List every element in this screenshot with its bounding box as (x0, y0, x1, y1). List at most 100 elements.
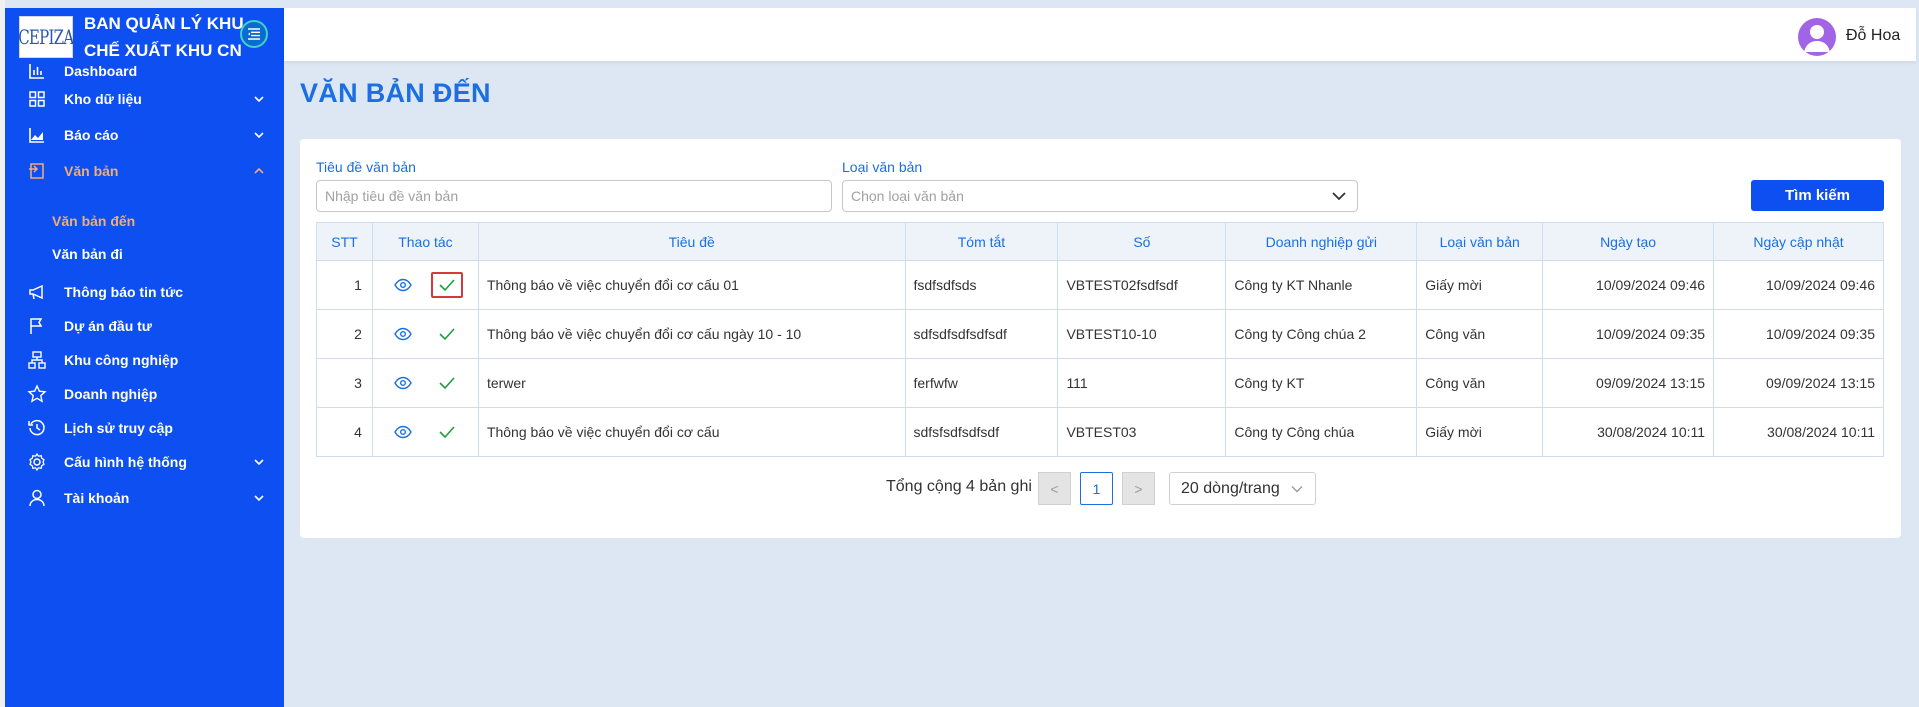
approve-button[interactable] (431, 419, 463, 445)
view-button[interactable] (387, 370, 419, 396)
approve-button[interactable] (431, 272, 464, 298)
cluster-icon (28, 351, 46, 369)
cell-number: 111 (1057, 358, 1227, 408)
search-button[interactable]: Tìm kiếm (1751, 180, 1884, 211)
cell-type: Công văn (1416, 358, 1544, 408)
sidebar-subitem-van-ban-di[interactable]: Văn bản đi (52, 241, 123, 267)
cell-number: VBTEST02fsdfsdf (1057, 260, 1227, 310)
cell-summary: sdfsdfsdfsdfsdf (904, 309, 1059, 359)
col-tieu-de[interactable]: Tiêu đề (477, 222, 906, 261)
cell-summary: sdfsfsdfsdfsdf (904, 407, 1059, 457)
cell-updated: 30/08/2024 10:11 (1713, 407, 1884, 457)
view-button[interactable] (387, 419, 419, 445)
sidebar-item-label: Tài khoản (64, 490, 130, 506)
cell-type: Giấy mời (1416, 407, 1544, 457)
content-card: Tiêu đề văn bản Nhập tiêu đề văn bản Loạ… (300, 139, 1901, 538)
cell-title[interactable]: Thông báo về việc chuyển đổi cơ cấu (477, 407, 906, 457)
col-stt[interactable]: STT (316, 222, 373, 261)
eye-icon (394, 327, 413, 341)
history-icon (28, 419, 45, 436)
cell-actions (371, 407, 479, 457)
chevron-down-icon (254, 459, 264, 466)
sidebar-item-thong-bao-tin-tuc[interactable]: Thông báo tin tức (5, 277, 284, 307)
sidebar-toggle-button[interactable] (240, 20, 268, 48)
sidebar-item-tai-khoan[interactable]: Tài khoản (5, 483, 284, 513)
cell-summary: ferfwfw (904, 358, 1059, 408)
cell-type: Công văn (1416, 309, 1544, 359)
sidebar-item-kho-du-lieu[interactable]: Kho dữ liệu (5, 84, 284, 114)
col-ngay-cap-nhat[interactable]: Ngày cập nhật (1713, 222, 1884, 261)
cell-stt: 1 (316, 260, 373, 310)
page-title: VĂN BẢN ĐẾN (300, 78, 491, 108)
col-doanh-nghiep-gui[interactable]: Doanh nghiệp gửi (1225, 222, 1418, 261)
col-thao-tac[interactable]: Thao tác (371, 222, 479, 261)
view-button[interactable] (387, 321, 419, 347)
sidebar-item-dashboard[interactable]: Dashboard (5, 56, 284, 86)
cell-number: VBTEST10-10 (1057, 309, 1227, 359)
chevron-down-icon (1332, 192, 1346, 201)
sidebar-item-lich-su-truy-cap[interactable]: Lịch sử truy cập (5, 413, 284, 443)
logo[interactable]: CEPIZA (18, 16, 74, 58)
cell-updated: 10/09/2024 09:35 (1713, 309, 1884, 359)
check-icon (439, 426, 456, 439)
approve-button[interactable] (431, 321, 463, 347)
sidebar-item-cau-hinh-he-thong[interactable]: Cấu hình hệ thống (5, 447, 284, 477)
sidebar-subitem-van-ban-den[interactable]: Văn bản đến (52, 208, 135, 234)
page-size-select[interactable]: 20 dòng/trang (1169, 472, 1316, 505)
flag-icon (30, 318, 43, 334)
next-page-button[interactable]: > (1122, 472, 1155, 505)
col-ngay-tao[interactable]: Ngày tạo (1542, 222, 1715, 261)
cell-title[interactable]: Thông báo về việc chuyển đổi cơ cấu 01 (477, 260, 906, 310)
col-loai-van-ban[interactable]: Loại văn bản (1416, 222, 1544, 261)
user-icon (29, 489, 45, 507)
cell-type: Giấy mời (1416, 260, 1544, 310)
cell-actions (371, 309, 479, 359)
approve-button[interactable] (431, 370, 463, 396)
username[interactable]: Đỗ Hoa (1846, 27, 1900, 45)
chevron-down-icon (254, 96, 264, 103)
sidebar-item-label: Dashboard (64, 63, 138, 79)
col-tom-tat[interactable]: Tóm tắt (904, 222, 1059, 261)
user-avatar-icon (1804, 25, 1830, 52)
sidebar-item-doanh-nghiep[interactable]: Doanh nghiệp (5, 379, 284, 409)
sidebar-item-label: Kho dữ liệu (64, 91, 142, 107)
prev-page-button[interactable]: < (1038, 472, 1071, 505)
cell-created: 10/09/2024 09:35 (1542, 309, 1715, 359)
sidebar: CEPIZA BAN QUẢN LÝ KHU CHẾ XUẤT KHU CN D… (5, 8, 284, 707)
sidebar-item-khu-cong-nghiep[interactable]: Khu công nghiệp (5, 345, 284, 375)
gear-icon (29, 452, 45, 472)
sidebar-item-van-ban[interactable]: Văn bản (5, 156, 284, 186)
type-filter-select[interactable]: Chọn loại văn bản (842, 180, 1358, 212)
check-icon (439, 328, 456, 341)
logo-text: CEPIZA (18, 25, 74, 49)
pagination: Tổng cộng 4 bản ghi < 1 > 20 dòng/trang (300, 472, 1901, 505)
cell-actions (371, 358, 479, 408)
org-name-line1: BAN QUẢN LÝ KHU (84, 14, 244, 33)
cell-updated: 10/09/2024 09:46 (1713, 260, 1884, 310)
type-filter-label: Loại văn bản (842, 159, 923, 175)
col-so[interactable]: Số (1057, 222, 1227, 261)
cell-number: VBTEST03 (1057, 407, 1227, 457)
cell-title[interactable]: terwer (477, 358, 906, 408)
title-filter-input[interactable]: Nhập tiêu đề văn bản (316, 180, 832, 212)
table-row: 1 Thông báo về việc chuyển đổi cơ cấu 01… (316, 260, 1884, 310)
cell-company: Công ty Công chúa (1225, 407, 1418, 457)
table-row: 4 Thông báo về việc chuyển đổi cơ cấu sd… (316, 407, 1884, 457)
avatar[interactable] (1798, 18, 1836, 56)
cell-stt: 4 (316, 407, 373, 457)
sidebar-item-du-an-dau-tu[interactable]: Dự án đầu tư (5, 311, 284, 341)
cell-company: Công ty Công chúa 2 (1225, 309, 1418, 359)
cell-title[interactable]: Thông báo về việc chuyển đổi cơ cấu ngày… (477, 309, 906, 359)
cell-company: Công ty KT (1225, 358, 1418, 408)
view-button[interactable] (387, 272, 419, 298)
sidebar-item-bao-cao[interactable]: Báo cáo (5, 120, 284, 150)
document-icon (29, 163, 44, 179)
page-1-button[interactable]: 1 (1080, 472, 1113, 505)
chevron-down-icon (1291, 486, 1303, 493)
page-size-value: 20 dòng/trang (1181, 480, 1280, 497)
sidebar-item-label: Lịch sử truy cập (64, 420, 173, 436)
chevron-down-icon (254, 132, 264, 139)
chevron-up-icon (254, 167, 264, 174)
cell-created: 30/08/2024 10:11 (1542, 407, 1715, 457)
area-chart-icon (29, 128, 44, 143)
